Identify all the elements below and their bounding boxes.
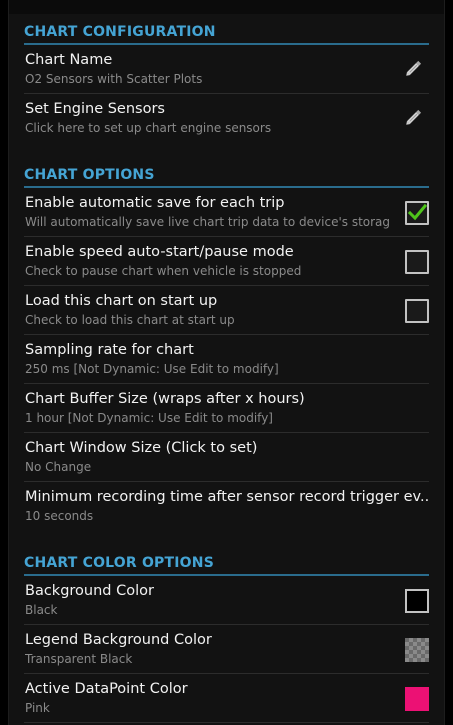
pref-chart-name[interactable]: Chart Name O2 Sensors with Scatter Plots [24, 45, 429, 94]
background-color-swatch[interactable] [405, 589, 429, 613]
top-bar [9, 0, 444, 14]
active-datapoint-color-swatch[interactable] [405, 687, 429, 711]
pref-title: Load this chart on start up [25, 293, 218, 309]
load-on-startup-checkbox[interactable] [405, 299, 429, 323]
pref-summary: Black [25, 603, 58, 617]
pref-summary: Check to load this chart at start up [25, 313, 235, 327]
pref-summary: 1 hour [Not Dynamic: Use Edit to modify] [25, 411, 273, 425]
chart-settings-screen: CHART CONFIGURATION Chart Name O2 Sensor… [8, 0, 445, 725]
pref-speed-auto-start[interactable]: Enable speed auto-start/pause mode Check… [24, 237, 429, 286]
pencil-icon[interactable] [403, 106, 427, 130]
pencil-icon[interactable] [403, 57, 427, 81]
auto-save-checkbox[interactable] [405, 201, 429, 225]
pref-summary: 10 seconds [25, 509, 94, 523]
pref-load-on-startup[interactable]: Load this chart on start up Check to loa… [24, 286, 429, 335]
pref-title: Chart Name [25, 52, 113, 68]
section-title: CHART CONFIGURATION [24, 24, 216, 40]
pref-title: Background Color [25, 583, 154, 599]
pref-min-recording[interactable]: Minimum recording time after sensor reco… [24, 482, 429, 531]
pref-summary: Check to pause chart when vehicle is sto… [25, 264, 302, 278]
pref-engine-sensors[interactable]: Set Engine Sensors Click here to set up … [24, 94, 429, 143]
legend-background-color-swatch[interactable] [405, 638, 429, 662]
pref-buffer-size[interactable]: Chart Buffer Size (wraps after x hours) … [24, 384, 429, 433]
speed-auto-start-checkbox[interactable] [405, 250, 429, 274]
pref-active-datapoint-color[interactable]: Active DataPoint Color Pink [24, 674, 429, 723]
pref-legend-background-color[interactable]: Legend Background Color Transparent Blac… [24, 625, 429, 674]
pref-sampling-rate[interactable]: Sampling rate for chart 250 ms [Not Dyna… [24, 335, 429, 384]
pref-title: Sampling rate for chart [25, 342, 194, 358]
pref-auto-save[interactable]: Enable automatic save for each trip Will… [24, 188, 429, 237]
pref-summary: O2 Sensors with Scatter Plots [25, 72, 203, 86]
pref-title: Chart Buffer Size (wraps after x hours) [25, 391, 305, 407]
section-header-options: CHART OPTIONS [24, 157, 429, 188]
pref-title: Legend Background Color [25, 632, 212, 648]
section-title: CHART OPTIONS [24, 167, 155, 183]
pref-summary: Will automatically save live chart trip … [25, 215, 389, 229]
pref-title: Chart Window Size (Click to set) [25, 440, 258, 456]
pref-title: Set Engine Sensors [25, 101, 165, 117]
pref-window-size[interactable]: Chart Window Size (Click to set) No Chan… [24, 433, 429, 482]
section-header-configuration: CHART CONFIGURATION [24, 14, 429, 45]
pref-summary: Transparent Black [25, 652, 133, 666]
pref-title: Enable automatic save for each trip [25, 195, 285, 211]
pref-summary: Click here to set up chart engine sensor… [25, 121, 272, 135]
pref-summary: 250 ms [Not Dynamic: Use Edit to modify] [25, 362, 279, 376]
pref-summary: No Change [25, 460, 92, 474]
pref-title: Enable speed auto-start/pause mode [25, 244, 294, 260]
pref-summary: Pink [25, 701, 50, 715]
pref-background-color[interactable]: Background Color Black [24, 576, 429, 625]
pref-title: Active DataPoint Color [25, 681, 188, 697]
checkmark-icon [407, 203, 427, 221]
section-title: CHART COLOR OPTIONS [24, 555, 214, 571]
section-header-color-options: CHART COLOR OPTIONS [24, 545, 429, 576]
pref-title: Minimum recording time after sensor reco… [25, 489, 429, 505]
